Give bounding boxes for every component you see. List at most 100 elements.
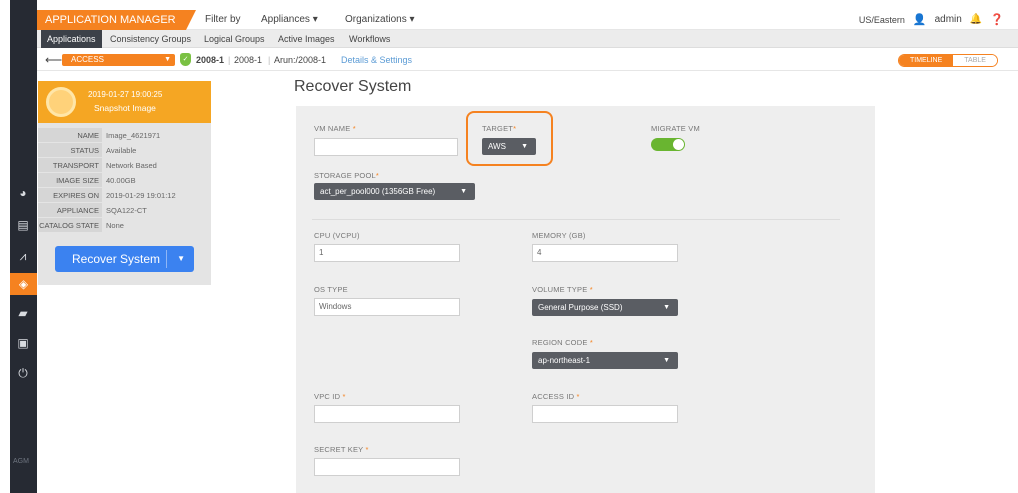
region-code-label: REGION CODE * [532, 338, 593, 347]
field-key: NAME [38, 128, 102, 142]
field-value: 40.00GB [106, 176, 136, 185]
field-key: CATALOG STATE [38, 218, 102, 232]
rail-footer: AGM [13, 458, 29, 465]
target-value: AWS [488, 142, 506, 151]
snapshot-header: 2019-01-27 19:00:25 Snapshot Image [38, 81, 211, 123]
field-value: SQA122-CT [106, 206, 147, 215]
breadcrumb-item-2[interactable]: 2008-1 [234, 54, 262, 66]
tab-active-images[interactable]: Active Images [278, 30, 335, 48]
dashboard-icon[interactable]: ◕ [14, 184, 32, 202]
snapshot-type: Snapshot Image [94, 103, 156, 113]
storage-pool-select[interactable]: act_per_pool000 (1356GB Free) ▼ [314, 183, 475, 200]
recover-system-button[interactable]: Recover System ▼ [55, 246, 194, 272]
target-select[interactable]: AWS ▼ [482, 138, 536, 155]
shield-icon[interactable]: ◈ [10, 273, 37, 295]
sub-navigation: Applications Consistency Groups Logical … [37, 30, 1018, 48]
migrate-vm-label: MIGRATE VM [651, 124, 700, 133]
chevron-down-icon: ▼ [460, 188, 467, 195]
migrate-vm-toggle[interactable] [651, 138, 685, 151]
snapshot-field: NAME Image_4621971 [38, 128, 211, 143]
memory-input[interactable]: 4 [532, 244, 678, 262]
field-value: 2019-01-29 19:01:12 [106, 191, 176, 200]
details-settings-link[interactable]: Details & Settings [341, 54, 412, 66]
access-id-input[interactable] [532, 405, 678, 423]
tab-workflows[interactable]: Workflows [349, 30, 390, 48]
breadcrumb-item-1[interactable]: 2008-1 [196, 54, 224, 66]
filter-by-label: Filter by [205, 14, 241, 25]
table-view-button[interactable]: TABLE [953, 55, 997, 66]
tab-logical-groups[interactable]: Logical Groups [204, 30, 265, 48]
breadcrumb-separator: | [228, 55, 231, 65]
field-key: APPLIANCE [38, 203, 102, 217]
breadcrumb-item-3[interactable]: Arun:/2008-1 [274, 54, 326, 66]
user-area: US/Eastern 👤 admin 🔔 ❓ [859, 10, 1004, 30]
breadcrumb: ⟵ ACCESS ▼ ✓ 2008-1 | 2008-1 | Arun:/200… [37, 49, 1018, 71]
button-divider [166, 250, 167, 268]
chart-icon[interactable]: ⩘ [14, 247, 32, 265]
vm-name-input[interactable] [314, 138, 458, 156]
back-arrow-icon[interactable]: ⟵ [45, 53, 62, 67]
database-icon[interactable]: ▤ [14, 216, 32, 234]
power-icon[interactable]: ⏻ [14, 364, 32, 382]
left-rail: ◕ ▤ ⩘ ◈ ▰ ▣ ⏻ AGM [10, 0, 37, 493]
field-value: Available [106, 146, 137, 155]
chevron-down-icon[interactable]: ▼ [177, 246, 185, 272]
memory-label: MEMORY (GB) [532, 231, 586, 240]
field-value: Image_4621971 [106, 131, 161, 140]
copy-icon[interactable]: ▰ [14, 304, 32, 322]
monitor-icon[interactable]: ▣ [14, 334, 32, 352]
storage-pool-label: STORAGE POOL* [314, 171, 379, 180]
volume-type-select[interactable]: General Purpose (SSD) ▼ [532, 299, 678, 316]
storage-pool-value: act_per_pool000 (1356GB Free) [320, 187, 436, 196]
field-key: STATUS [38, 143, 102, 157]
field-key: TRANSPORT [38, 158, 102, 172]
access-select[interactable]: ACCESS ▼ [62, 54, 175, 66]
snapshot-field: STATUS Available [38, 143, 211, 158]
recover-system-label: Recover System [72, 252, 161, 266]
volume-type-label: VOLUME TYPE * [532, 285, 593, 294]
user-icon: 👤 [912, 14, 927, 26]
field-key: IMAGE SIZE [38, 173, 102, 187]
field-value: Network Based [106, 161, 157, 170]
top-bar: APPLICATION MANAGER Filter by Appliances… [37, 10, 1018, 30]
volume-type-value: General Purpose (SSD) [538, 303, 623, 312]
chevron-down-icon: ▼ [164, 56, 171, 63]
organizations-filter[interactable]: Organizations ▾ [345, 10, 415, 30]
snapshot-date: 2019-01-27 19:00:25 [88, 90, 163, 99]
bell-icon[interactable]: 🔔 [970, 10, 982, 30]
vpc-id-input[interactable] [314, 405, 460, 423]
snapshot-field: EXPIRES ON 2019-01-29 19:01:12 [38, 188, 211, 203]
os-type-label: OS TYPE [314, 285, 348, 294]
page-title: Recover System [294, 78, 412, 95]
user-name[interactable]: admin [935, 10, 962, 30]
os-type-input[interactable]: Windows [314, 298, 460, 316]
chevron-down-icon: ▼ [663, 304, 670, 311]
snapshot-field: CATALOG STATE None [38, 218, 211, 233]
secret-key-input[interactable] [314, 458, 460, 476]
access-select-label: ACCESS [71, 55, 104, 64]
access-id-label: ACCESS ID * [532, 392, 580, 401]
cpu-input[interactable]: 1 [314, 244, 460, 262]
secret-key-label: SECRET KEY * [314, 445, 369, 454]
view-toggle[interactable]: TIMELINE TABLE [898, 54, 998, 67]
app-title[interactable]: APPLICATION MANAGER [37, 10, 196, 30]
appliances-filter[interactable]: Appliances ▾ [261, 10, 318, 30]
snapshot-icon [46, 87, 76, 117]
snapshot-card: 2019-01-27 19:00:25 Snapshot Image NAME I… [38, 81, 211, 285]
breadcrumb-separator: | [268, 55, 271, 65]
chevron-down-icon: ▼ [663, 357, 670, 364]
cpu-label: CPU (VCPU) [314, 231, 360, 240]
tab-consistency-groups[interactable]: Consistency Groups [110, 30, 191, 48]
tab-applications[interactable]: Applications [41, 30, 102, 48]
timeline-view-button[interactable]: TIMELINE [899, 55, 954, 66]
snapshot-field: TRANSPORT Network Based [38, 158, 211, 173]
field-value: None [106, 221, 124, 230]
vpc-id-label: VPC ID * [314, 392, 346, 401]
field-key: EXPIRES ON [38, 188, 102, 202]
timezone-label[interactable]: US/Eastern [859, 10, 905, 30]
help-icon[interactable]: ❓ [990, 10, 1004, 30]
snapshot-field: APPLIANCE SQA122-CT [38, 203, 211, 218]
snapshot-field: IMAGE SIZE 40.00GB [38, 173, 211, 188]
region-code-select[interactable]: ap-northeast-1 ▼ [532, 352, 678, 369]
chevron-down-icon: ▼ [521, 143, 528, 150]
